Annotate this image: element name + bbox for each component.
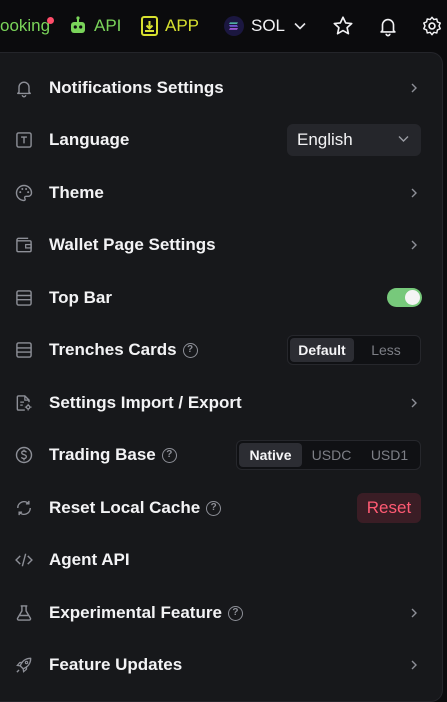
top-navigation-bar: ooking API APP SOL	[0, 0, 447, 52]
trading-base-option-usdc[interactable]: USDC	[302, 443, 361, 467]
language-value: English	[297, 130, 353, 149]
help-icon[interactable]: ?	[206, 500, 222, 516]
help-icon[interactable]: ?	[227, 605, 243, 621]
language-row: Language English	[0, 114, 443, 166]
cooking-link[interactable]: ooking	[0, 0, 54, 52]
wallet-icon	[13, 234, 35, 256]
bell-icon	[13, 77, 35, 99]
gear-icon	[423, 16, 441, 36]
trenches-cards-label: Trenches Cards ?	[49, 340, 198, 360]
settings-button[interactable]	[421, 0, 443, 52]
layout-top-icon	[13, 287, 35, 309]
settings-dropdown-panel: Notifications Settings Language English …	[0, 52, 443, 702]
bell-icon	[380, 18, 396, 37]
agent-api-row[interactable]: Agent API	[0, 534, 443, 586]
trading-base-label: Trading Base ?	[49, 445, 177, 465]
trading-base-text: Trading Base	[49, 445, 156, 464]
top-bar-label: Top Bar	[49, 288, 112, 307]
code-icon	[13, 549, 35, 571]
notification-dot	[47, 17, 54, 24]
theme-label: Theme	[49, 183, 104, 202]
solana-icon	[224, 16, 244, 36]
chevron-right-icon	[411, 188, 417, 198]
wallet-page-settings-label: Wallet Page Settings	[49, 235, 216, 254]
flask-icon	[13, 602, 35, 624]
language-select[interactable]: English	[287, 124, 421, 156]
cooking-label: ooking	[0, 16, 51, 35]
app-label: APP	[165, 16, 200, 35]
toggle-knob	[405, 290, 420, 305]
file-settings-icon	[13, 392, 35, 414]
chevron-right-icon	[411, 660, 417, 670]
cards-icon	[13, 339, 35, 361]
experimental-feature-text: Experimental Feature	[49, 603, 222, 622]
star-icon	[333, 16, 353, 35]
feature-updates-label: Feature Updates	[49, 655, 183, 674]
settings-import-export-row[interactable]: Settings Import / Export	[0, 377, 443, 429]
chevron-down-icon	[398, 136, 409, 142]
chevron-down-icon	[294, 22, 306, 30]
trading-base-segmented: Native USDC USD1	[236, 440, 421, 470]
experimental-feature-row[interactable]: Experimental Feature ?	[0, 587, 443, 639]
trenches-cards-row: Trenches Cards ? Default Less	[0, 324, 443, 376]
reset-local-cache-label: Reset Local Cache ?	[49, 498, 222, 518]
top-bar-toggle[interactable]	[387, 288, 422, 307]
chevron-right-icon	[411, 398, 417, 408]
trenches-cards-text: Trenches Cards	[49, 340, 177, 359]
theme-row[interactable]: Theme	[0, 167, 443, 219]
wallet-page-settings-row[interactable]: Wallet Page Settings	[0, 219, 443, 271]
trenches-option-less[interactable]: Less	[354, 338, 418, 362]
help-icon[interactable]: ?	[161, 447, 177, 463]
app-link[interactable]: APP	[141, 0, 199, 52]
trading-base-option-native[interactable]: Native	[239, 443, 302, 467]
background-edge	[443, 52, 447, 702]
help-icon[interactable]: ?	[182, 342, 198, 358]
chain-selector[interactable]: SOL	[224, 0, 306, 52]
api-link[interactable]: API	[68, 0, 121, 52]
trading-base-option-usd1[interactable]: USD1	[361, 443, 418, 467]
watchlist-button[interactable]	[332, 0, 354, 52]
text-icon	[13, 129, 35, 151]
chevron-right-icon	[411, 83, 417, 93]
chain-label: SOL	[251, 16, 286, 35]
api-label: API	[94, 16, 122, 35]
robot-icon	[71, 16, 85, 33]
dollar-circle-icon	[13, 444, 35, 466]
notifications-settings-label: Notifications Settings	[49, 78, 224, 97]
feature-updates-row[interactable]: Feature Updates	[0, 639, 443, 691]
reset-local-cache-text: Reset Local Cache	[49, 498, 201, 517]
reset-button[interactable]: Reset	[357, 493, 421, 523]
notifications-settings-row[interactable]: Notifications Settings	[0, 62, 443, 114]
trading-base-row: Trading Base ? Native USDC USD1	[0, 429, 443, 481]
experimental-feature-label: Experimental Feature ?	[49, 603, 243, 623]
top-bar-row: Top Bar	[0, 272, 443, 324]
agent-api-label: Agent API	[49, 550, 130, 569]
palette-icon	[13, 182, 35, 204]
chevron-right-icon	[411, 608, 417, 618]
notifications-button[interactable]	[377, 0, 399, 52]
settings-import-export-label: Settings Import / Export	[49, 393, 242, 412]
refresh-icon	[13, 497, 35, 519]
trenches-cards-segmented: Default Less	[287, 335, 421, 365]
chevron-right-icon	[411, 240, 417, 250]
language-label: Language	[49, 130, 130, 149]
download-app-icon	[141, 16, 158, 36]
trenches-option-default[interactable]: Default	[290, 338, 354, 362]
rocket-icon	[13, 654, 35, 676]
reset-local-cache-row: Reset Local Cache ? Reset	[0, 482, 443, 534]
